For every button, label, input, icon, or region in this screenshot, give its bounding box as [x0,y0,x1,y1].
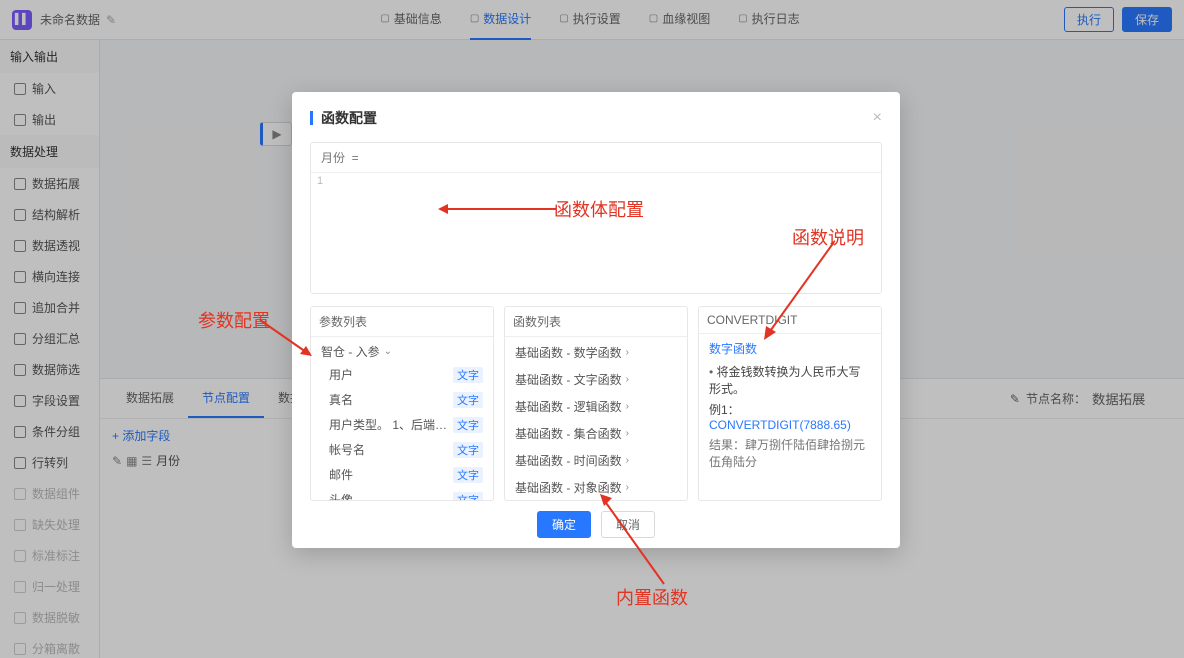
confirm-button[interactable]: 确定 [537,511,591,538]
fn-category[interactable]: 基础函数 - 逻辑函数 › [505,393,687,420]
chevron-right-icon: › [626,455,629,466]
params-header: 参数列表 [311,307,493,337]
param-item[interactable]: 帐号名文字 [311,437,493,462]
description-header: CONVERTDIGIT [699,307,881,334]
function-config-modal: 函数配置 × 月份 = 1 参数列表 智仓 - 入参 ⌄用户文字真名文字用户类型… [292,92,900,548]
title-accent [310,111,313,125]
fn-category[interactable]: 基础函数 - 数学函数 › [505,339,687,366]
formula-field-label: 月份 [321,151,345,165]
chevron-right-icon: › [626,374,629,385]
fn-category[interactable]: 基础函数 - 集合函数 › [505,420,687,447]
param-source[interactable]: 智仓 - 入参 ⌄ [311,339,493,362]
fn-category[interactable]: 基础函数 - 文字函数 › [505,366,687,393]
chevron-right-icon: › [626,401,629,412]
param-item[interactable]: 用户文字 [311,362,493,387]
formula-editor[interactable]: 月份 = 1 [310,142,882,294]
description-column: CONVERTDIGIT 数字函数 将金钱数转换为人民币大写形式。 例1：CON… [698,306,882,501]
param-item[interactable]: 真名文字 [311,387,493,412]
close-icon[interactable]: × [873,109,882,127]
fn-category[interactable]: 基础函数 - 时间函数 › [505,447,687,474]
line-number: 1 [317,175,323,187]
chevron-down-icon: ⌄ [384,346,392,357]
chevron-right-icon: › [626,347,629,358]
desc-example: 例1：CONVERTDIGIT(7888.65) [699,399,881,434]
functions-column: 函数列表 基础函数 - 数学函数 ›基础函数 - 文字函数 ›基础函数 - 逻辑… [504,306,688,501]
functions-header: 函数列表 [505,307,687,337]
params-column: 参数列表 智仓 - 入参 ⌄用户文字真名文字用户类型。 1、后端用户 2…文字帐… [310,306,494,501]
param-item[interactable]: 邮件文字 [311,462,493,487]
param-item[interactable]: 头像文字 [311,487,493,500]
chevron-right-icon: › [626,482,629,493]
cancel-button[interactable]: 取消 [601,511,655,538]
fn-category[interactable]: 基础函数 - 对象函数 › [505,474,687,500]
desc-result: 结果：肆万捌仟陆佰肆拾捌元伍角陆分 [699,434,881,472]
desc-category: 数字函数 [699,336,881,361]
param-item[interactable]: 用户类型。 1、后端用户 2…文字 [311,412,493,437]
chevron-right-icon: › [626,428,629,439]
desc-summary: 将金钱数转换为人民币大写形式。 [699,361,881,399]
modal-title: 函数配置 [321,108,377,128]
